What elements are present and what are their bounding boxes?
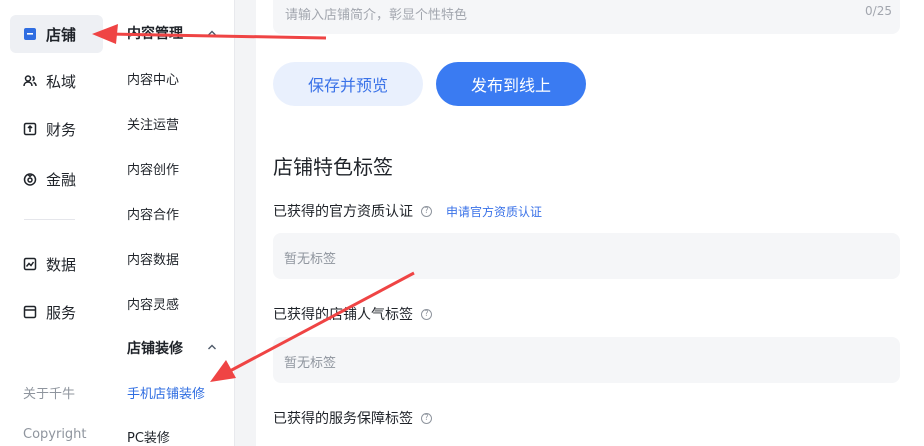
submenu-item-mobile-decor[interactable]: 手机店铺装修 [127, 383, 205, 402]
field-label-text: 已获得的官方资质认证 [273, 204, 413, 220]
service-icon [23, 305, 37, 319]
submenu-item[interactable]: 内容创作 [127, 159, 179, 178]
rail-item-service[interactable]: 服务 [10, 293, 103, 331]
field-label-text: 已获得的服务保障标签 [273, 411, 413, 427]
users-icon [23, 74, 37, 88]
rail-item-private[interactable]: 私域 [10, 62, 103, 100]
field-label-popularity: 已获得的店铺人气标签 ? [273, 304, 432, 324]
field-label-official: 已获得的官方资质认证 ? 申请官方资质认证 [273, 201, 542, 221]
save-preview-button[interactable]: 保存并预览 [273, 62, 423, 106]
submenu-item[interactable]: 关注运营 [127, 114, 179, 133]
rail-item-label: 店铺 [46, 25, 77, 44]
field-label-text: 已获得的店铺人气标签 [273, 307, 413, 323]
shop-intro-input[interactable]: 请输入店铺简介，彰显个性特色 0/25 [273, 0, 900, 34]
submenu: 内容管理 内容中心 关注运营 内容创作 内容合作 内容数据 内容灵感 店铺装修 … [104, 0, 235, 446]
rail-item-label: 私域 [46, 72, 77, 91]
help-icon[interactable]: ? [421, 205, 432, 217]
rail-item-label: 服务 [46, 303, 77, 322]
finance-icon [23, 122, 37, 136]
chevron-up-icon[interactable] [207, 28, 217, 38]
submenu-item[interactable]: 内容数据 [127, 249, 179, 268]
publish-button[interactable]: 发布到线上 [436, 62, 586, 106]
rail-item-label: 财务 [46, 120, 77, 139]
submenu-item-pc-decor[interactable]: PC装修 [127, 427, 170, 446]
left-rail: 店铺 私域 财务 金融 数据 服务 关于千牛 Copyright [0, 0, 104, 446]
submenu-item[interactable]: 内容灵感 [127, 294, 179, 313]
about-link[interactable]: 关于千牛 [23, 383, 75, 402]
tag-box-popularity: 暂无标签 [273, 337, 900, 383]
help-icon[interactable]: ? [421, 412, 432, 424]
tag-box-official: 暂无标签 [273, 233, 900, 279]
chevron-up-icon[interactable] [207, 342, 217, 352]
field-label-service: 已获得的服务保障标签 ? [273, 408, 432, 428]
main-content: 请输入店铺简介，彰显个性特色 0/25 保存并预览 发布到线上 店铺特色标签 已… [256, 0, 924, 446]
coin-icon [23, 172, 37, 186]
rail-item-store[interactable]: 店铺 [10, 15, 103, 53]
rail-item-fintech[interactable]: 金融 [10, 160, 103, 198]
empty-tag-text: 暂无标签 [284, 252, 337, 267]
submenu-group-content[interactable]: 内容管理 [127, 23, 183, 43]
copyright-text: Copyright [23, 427, 87, 442]
submenu-item[interactable]: 内容中心 [127, 69, 179, 88]
rail-item-label: 金融 [46, 170, 77, 189]
rail-item-data[interactable]: 数据 [10, 245, 103, 283]
submenu-group-decor[interactable]: 店铺装修 [127, 338, 183, 358]
empty-tag-text: 暂无标签 [284, 356, 337, 371]
rail-item-finance[interactable]: 财务 [10, 110, 103, 148]
intro-placeholder: 请输入店铺简介，彰显个性特色 [285, 8, 468, 23]
apply-certification-link[interactable]: 申请官方资质认证 [446, 203, 542, 220]
rail-divider [24, 219, 75, 220]
intro-char-count: 0/25 [865, 4, 892, 18]
store-icon [23, 27, 37, 41]
help-icon[interactable]: ? [421, 308, 432, 320]
rail-item-label: 数据 [46, 255, 77, 274]
section-title: 店铺特色标签 [273, 155, 393, 179]
submenu-item[interactable]: 内容合作 [127, 204, 179, 223]
chart-icon [23, 257, 37, 271]
